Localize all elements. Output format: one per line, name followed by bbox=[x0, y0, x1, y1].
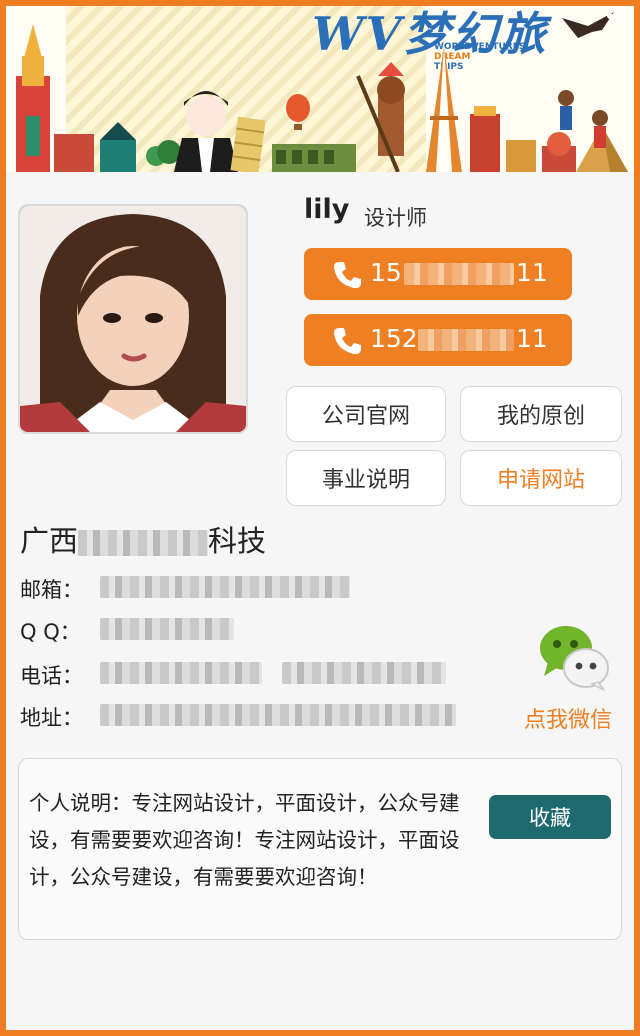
profile-photo bbox=[18, 204, 248, 434]
personal-description: 个人说明：专注网站设计，平面设计，公众号建设，有需要要欢迎咨询！专注网站设计，平… bbox=[29, 791, 460, 889]
wechat-icon[interactable] bbox=[538, 622, 610, 692]
phone-1-prefix: 15 bbox=[370, 258, 402, 287]
email-value-masked bbox=[100, 576, 350, 598]
profile-role: 设计师 bbox=[364, 206, 427, 230]
wechat-link[interactable]: 点我微信 bbox=[524, 702, 612, 734]
address-label: 地址： bbox=[20, 706, 83, 730]
qq-label: Q Q： bbox=[20, 620, 81, 644]
address-value-masked bbox=[100, 704, 456, 726]
apply-site-button[interactable]: 申请网站 bbox=[460, 450, 622, 506]
phone-1-suffix: 11 bbox=[516, 258, 548, 287]
phone-icon bbox=[334, 262, 361, 289]
phone-label: 电话： bbox=[20, 664, 83, 688]
phone-value-2-masked bbox=[282, 662, 446, 684]
favorite-button[interactable]: 收藏 bbox=[489, 795, 611, 839]
profile-name: lily bbox=[304, 194, 350, 225]
avatar bbox=[20, 206, 246, 432]
business-intro-button[interactable]: 事业说明 bbox=[286, 450, 446, 506]
phone-icon bbox=[334, 328, 361, 355]
phone-2-masked bbox=[418, 329, 514, 351]
official-site-button[interactable]: 公司官网 bbox=[286, 386, 446, 442]
qq-value-masked bbox=[100, 618, 234, 640]
company-name-masked bbox=[78, 530, 209, 556]
company-name: 广西 科技 bbox=[20, 524, 267, 558]
call-phone-2-button[interactable]: 152 11 bbox=[304, 314, 572, 366]
email-label: 邮箱： bbox=[20, 578, 83, 602]
phone-2-suffix: 11 bbox=[516, 324, 548, 353]
phone-2-prefix: 152 bbox=[370, 324, 418, 353]
call-phone-1-button[interactable]: 15 11 bbox=[304, 248, 572, 300]
phone-1-masked bbox=[404, 263, 514, 285]
phone-value-1-masked bbox=[100, 662, 262, 684]
personal-description-card: 个人说明：专注网站设计，平面设计，公众号建设，有需要要欢迎咨询！专注网站设计，平… bbox=[18, 758, 622, 940]
header-banner: WV梦幻旅 WORLDVENTURES DREAM TRIPS bbox=[6, 6, 634, 172]
my-original-button[interactable]: 我的原创 bbox=[460, 386, 622, 442]
travel-landmarks-illustration bbox=[16, 24, 628, 172]
